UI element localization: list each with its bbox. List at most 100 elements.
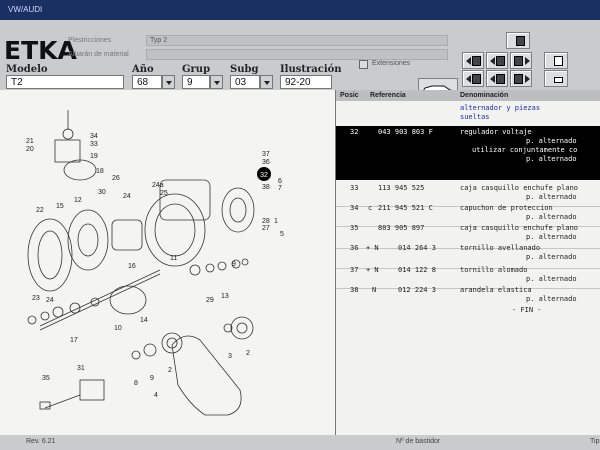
svg-text:10: 10 xyxy=(114,325,122,332)
status-chassis-number: Nº de bastidor xyxy=(396,438,441,445)
group-title-line-2: sueltas xyxy=(460,113,490,121)
svg-text:26: 26 xyxy=(112,175,120,182)
first-illustration-button[interactable] xyxy=(462,70,484,87)
row-note: p. alternado xyxy=(526,193,577,201)
svg-text:24: 24 xyxy=(123,193,131,200)
row-description: caja casquillo enchufe plano xyxy=(460,184,579,192)
subgroup-dropdown-button[interactable] xyxy=(260,75,273,89)
group-field[interactable]: 9 xyxy=(182,75,210,89)
column-description[interactable]: Denominación xyxy=(460,92,508,99)
material-field[interactable] xyxy=(146,49,448,60)
row-mark: c xyxy=(368,204,373,212)
row-description: regulador voltaje xyxy=(460,128,532,136)
parts-row-32[interactable]: 32 043 903 803 F regulador voltaje p. al… xyxy=(336,126,600,180)
svg-text:30: 30 xyxy=(98,189,106,196)
svg-text:2: 2 xyxy=(168,367,172,374)
subgroup-label: Subg xyxy=(230,64,259,75)
svg-text:20: 20 xyxy=(26,146,34,153)
restrictions-label: Plestricciones xyxy=(68,37,112,44)
extensions-checkbox[interactable] xyxy=(359,60,368,69)
parts-list[interactable]: Posic Referencia Denominación alternador… xyxy=(336,90,600,435)
notes-button[interactable] xyxy=(544,52,568,69)
extensions-label: Extensiones xyxy=(372,60,411,67)
catalog-button[interactable] xyxy=(506,32,530,49)
prev-illustration-button[interactable] xyxy=(486,70,508,87)
status-bar: Rev. 6.21 Nº de bastidor Tip xyxy=(0,435,600,450)
group-title-row: alternador y piezas sueltas xyxy=(336,102,600,124)
svg-text:36: 36 xyxy=(262,159,270,166)
illustration-pane[interactable]: 32 21 20 34 33 19 18 30 26 24 22 15 12 16 11 23 2… xyxy=(0,90,335,435)
model-field[interactable]: T2 xyxy=(6,75,124,89)
svg-text:32: 32 xyxy=(260,172,268,179)
svg-text:9: 9 xyxy=(232,261,236,268)
row-reference: 012 224 3 xyxy=(398,286,436,294)
type-field[interactable]: Typ 2 xyxy=(146,35,448,46)
svg-text:19: 19 xyxy=(90,153,98,160)
status-tip: Tip xyxy=(590,438,600,445)
status-revision: Rev. 6.21 xyxy=(26,438,56,445)
svg-text:18: 18 xyxy=(96,168,104,175)
row-note: p. alternado xyxy=(526,155,577,163)
left-arrow-icon xyxy=(466,75,471,83)
row-description: caja casquillo enchufe plano xyxy=(460,224,579,232)
book-icon xyxy=(516,36,525,46)
page-icon xyxy=(472,74,481,84)
svg-text:5: 5 xyxy=(280,231,284,238)
header-panel: ETKA Plestricciones Albarán de material … xyxy=(0,20,600,100)
group-dropdown-button[interactable] xyxy=(210,75,223,89)
svg-text:28: 28 xyxy=(262,218,270,225)
print-button[interactable] xyxy=(544,70,568,87)
svg-text:2: 2 xyxy=(246,350,250,357)
row-mark: N xyxy=(372,286,377,294)
svg-text:1: 1 xyxy=(274,218,278,225)
svg-text:6: 6 xyxy=(278,178,282,185)
row-note: p. alternado xyxy=(526,275,577,283)
left-arrow-icon xyxy=(490,75,495,83)
page-icon xyxy=(496,56,505,66)
illustration-label: Ilustración xyxy=(280,64,342,75)
year-dropdown-button[interactable] xyxy=(162,75,175,89)
end-of-list-row: - FIN - xyxy=(336,306,600,318)
row-note: p. alternado xyxy=(526,253,577,261)
svg-text:23: 23 xyxy=(32,295,40,302)
illustration-field[interactable]: 92-20 xyxy=(280,75,332,89)
prev-group-button[interactable] xyxy=(486,52,508,69)
next-group-button[interactable] xyxy=(510,52,532,69)
row-position: 32 xyxy=(350,128,359,136)
column-position[interactable]: Posic xyxy=(340,92,359,99)
row-note: p. alternado xyxy=(526,137,577,145)
row-reference: 014 122 8 xyxy=(398,266,436,274)
end-marker: - FIN - xyxy=(512,306,542,314)
parts-list-header: Posic Referencia Denominación xyxy=(336,90,600,101)
svg-text:25: 25 xyxy=(160,190,168,197)
row-note: p. alternado xyxy=(526,233,577,241)
svg-text:35: 35 xyxy=(42,375,50,382)
row-description: tornillo alomado xyxy=(460,266,528,274)
svg-text:15: 15 xyxy=(56,203,64,210)
row-position: 38 xyxy=(350,286,359,294)
svg-text:8: 8 xyxy=(134,380,138,387)
alternator-exploded-diagram: 32 2120 343319 1830 2624 221512 1611 23 2… xyxy=(26,110,284,416)
window-title-bar: VW/AUDI xyxy=(0,0,600,20)
svg-text:34: 34 xyxy=(90,133,98,140)
next-illustration-button[interactable] xyxy=(510,70,532,87)
parts-row-36[interactable]: 36 + N 014 264 3 tornillo avellanado p. … xyxy=(336,242,600,266)
column-reference[interactable]: Referencia xyxy=(370,92,406,99)
material-label: Albarán de material xyxy=(68,51,129,58)
svg-text:21: 21 xyxy=(26,138,34,145)
svg-text:24: 24 xyxy=(46,297,54,304)
group-title-line-1: alternador y piezas xyxy=(460,104,541,112)
svg-text:14: 14 xyxy=(140,317,148,324)
svg-text:33: 33 xyxy=(90,141,98,148)
svg-text:37: 37 xyxy=(262,151,270,158)
first-group-button[interactable] xyxy=(462,52,484,69)
row-mark: + N xyxy=(366,244,379,252)
parts-row-38[interactable]: 38 N 012 224 3 arandela elastica p. alte… xyxy=(336,284,600,308)
right-arrow-icon xyxy=(525,75,530,83)
row-position: 34 xyxy=(350,204,359,212)
row-mark: + N xyxy=(366,266,379,274)
subgroup-field[interactable]: 03 xyxy=(230,75,260,89)
year-field[interactable]: 68 xyxy=(132,75,162,89)
group-label: Grup xyxy=(182,64,211,75)
page-icon xyxy=(514,56,523,66)
